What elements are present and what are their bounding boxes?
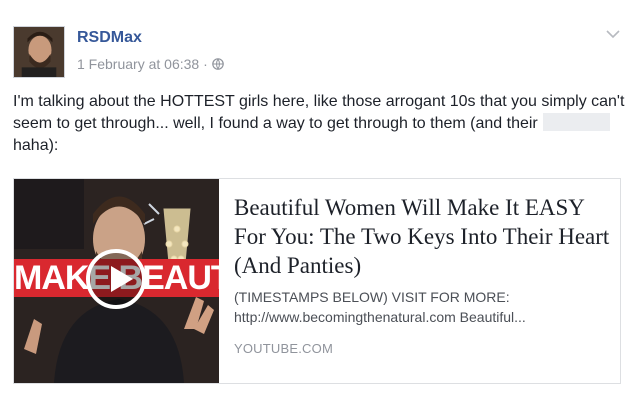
link-preview-card[interactable]: MAKE BEAUTIFUL Beautiful Women Will Make… [13, 178, 621, 384]
link-title[interactable]: Beautiful Women Will Make It EASY For Yo… [234, 193, 614, 280]
video-thumbnail[interactable]: MAKE BEAUTIFUL [14, 179, 219, 383]
post-meta: 1 February at 06:38 · [77, 56, 224, 72]
post-text-before: I'm talking about the HOTTEST girls here… [13, 93, 625, 132]
play-icon[interactable] [86, 249, 146, 309]
redacted-word [543, 113, 611, 131]
post-timestamp[interactable]: 1 February at 06:38 · [77, 56, 208, 72]
avatar-image [14, 27, 64, 77]
author-name[interactable]: RSDMax [77, 29, 142, 47]
post-text-after: haha): [13, 137, 59, 154]
post-text: I'm talking about the HOTTEST girls here… [13, 91, 628, 157]
link-description-line1: (TIMESTAMPS BELOW) VISIT FOR MORE: [234, 289, 510, 305]
chevron-down-icon[interactable] [603, 26, 623, 42]
facebook-post: RSDMax 1 February at 06:38 · I'm talking… [0, 0, 640, 400]
link-description: (TIMESTAMPS BELOW) VISIT FOR MORE: http:… [234, 287, 614, 327]
avatar[interactable] [13, 26, 65, 78]
globe-icon[interactable] [211, 58, 224, 70]
link-description-line2: http://www.becomingthenatural.com Beauti… [234, 309, 526, 325]
link-domain: YOUTUBE.COM [234, 341, 333, 356]
